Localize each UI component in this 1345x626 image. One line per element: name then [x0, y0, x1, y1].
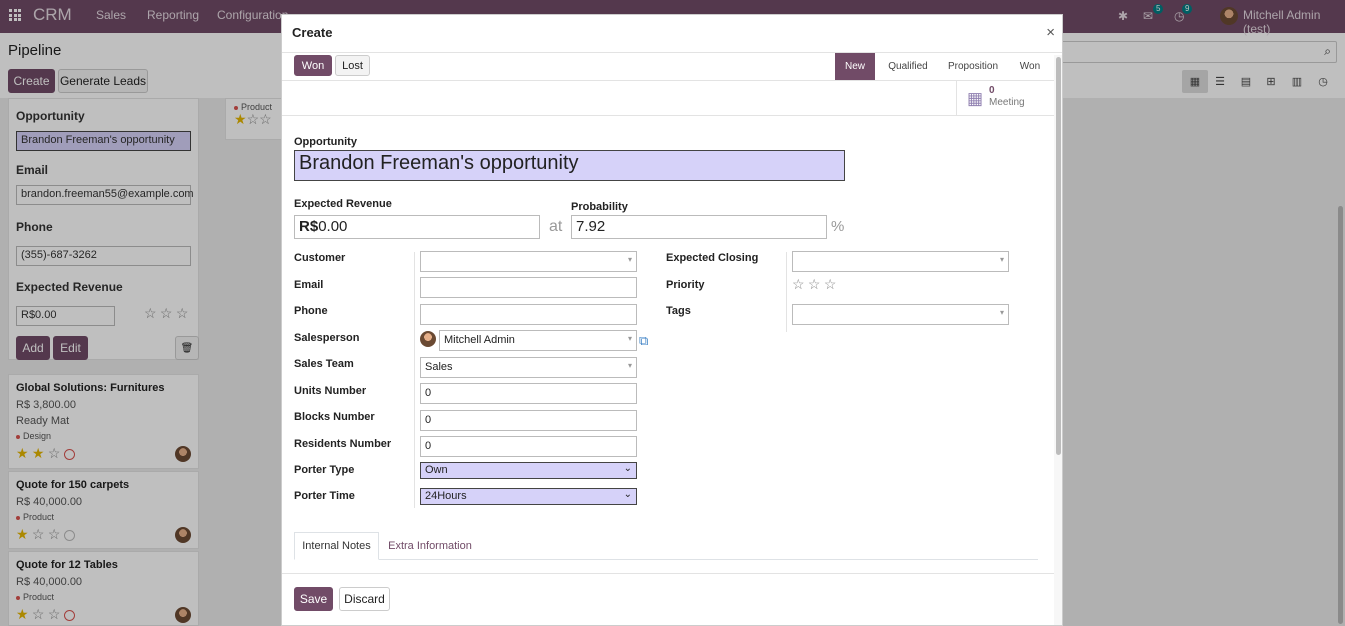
save-button[interactable]: Save — [294, 587, 333, 611]
dialog-header: Create × — [282, 15, 1062, 53]
probability-input[interactable]: 7.92 — [571, 215, 827, 239]
customer-select[interactable] — [420, 251, 637, 272]
create-dialog: Create × Won Lost New Qualified Proposit… — [281, 14, 1063, 626]
dialog-scrollbar[interactable] — [1054, 55, 1062, 625]
stage-won[interactable]: Won — [1008, 53, 1052, 80]
residents-number-label: Residents Number — [294, 438, 392, 450]
stage-proposition[interactable]: Proposition — [941, 53, 1005, 80]
email-input[interactable] — [420, 277, 637, 298]
porter-time-select[interactable]: 24Hours ⌄ — [420, 488, 637, 505]
porter-time-value: 24Hours — [425, 490, 467, 502]
stage-new[interactable]: New — [835, 53, 875, 80]
salesperson-avatar — [420, 331, 436, 347]
discard-button[interactable]: Discard — [339, 587, 390, 611]
expected-closing-input[interactable] — [792, 251, 1009, 272]
phone-label: Phone — [294, 305, 328, 317]
tab-extra-information[interactable]: Extra Information — [382, 532, 478, 560]
porter-time-label: Porter Time — [294, 490, 355, 502]
units-number-label: Units Number — [294, 385, 367, 397]
salesperson-label: Salesperson — [294, 332, 360, 344]
probability-label: Probability — [571, 201, 628, 213]
percent-symbol: % — [831, 218, 845, 235]
sales-team-select[interactable]: Sales — [420, 357, 637, 378]
email-label: Email — [294, 279, 324, 291]
chevron-down-icon: ⌄ — [623, 463, 632, 474]
porter-type-value: Own — [425, 464, 448, 476]
tags-label: Tags — [666, 305, 691, 317]
customer-label: Customer — [294, 252, 346, 264]
chevron-down-icon: ⌄ — [623, 489, 632, 500]
expected-revenue-value: 0.00 — [318, 218, 348, 235]
blocks-number-label: Blocks Number — [294, 411, 375, 423]
page-scrollbar[interactable] — [1338, 206, 1343, 624]
dialog-title: Create — [292, 25, 333, 40]
meeting-count: 0 — [989, 85, 995, 96]
expected-revenue-label: Expected Revenue — [294, 198, 392, 210]
meeting-smart-button[interactable]: ▦ 0 Meeting — [956, 81, 1054, 115]
residents-number-input[interactable]: 0 — [420, 436, 637, 457]
phone-input[interactable] — [420, 304, 637, 325]
porter-type-select[interactable]: Own ⌄ — [420, 462, 637, 479]
expected-closing-label: Expected Closing — [666, 252, 759, 264]
meeting-label: Meeting — [989, 97, 1025, 108]
at-label: at — [549, 218, 563, 235]
tags-select[interactable] — [792, 304, 1009, 325]
blocks-number-input[interactable]: 0 — [420, 410, 637, 431]
priority-stars[interactable]: ☆ ☆ ☆ — [792, 277, 836, 292]
opportunity-label: Opportunity — [294, 136, 357, 148]
external-link-icon[interactable]: ⧉ — [639, 333, 648, 349]
units-number-input[interactable]: 0 — [420, 383, 637, 404]
salesperson-select[interactable]: Mitchell Admin — [439, 330, 637, 351]
priority-label: Priority — [666, 279, 705, 291]
calendar-icon: ▦ — [967, 89, 984, 108]
sales-team-label: Sales Team — [294, 358, 354, 370]
won-button[interactable]: Won — [294, 55, 332, 76]
status-bar: Won Lost New Qualified Proposition Won — [282, 53, 1054, 81]
opportunity-name-input[interactable]: Brandon Freeman's opportunity — [294, 150, 845, 181]
tab-internal-notes[interactable]: Internal Notes — [294, 532, 379, 560]
expected-revenue-input[interactable]: R$0.00 — [294, 215, 540, 239]
currency-symbol: R$ — [299, 218, 319, 235]
stage-qualified[interactable]: Qualified — [878, 53, 938, 80]
lost-button[interactable]: Lost — [335, 55, 370, 76]
close-icon[interactable]: × — [1046, 24, 1055, 41]
porter-type-label: Porter Type — [294, 464, 355, 476]
dialog-footer: Save Discard — [282, 573, 1054, 625]
